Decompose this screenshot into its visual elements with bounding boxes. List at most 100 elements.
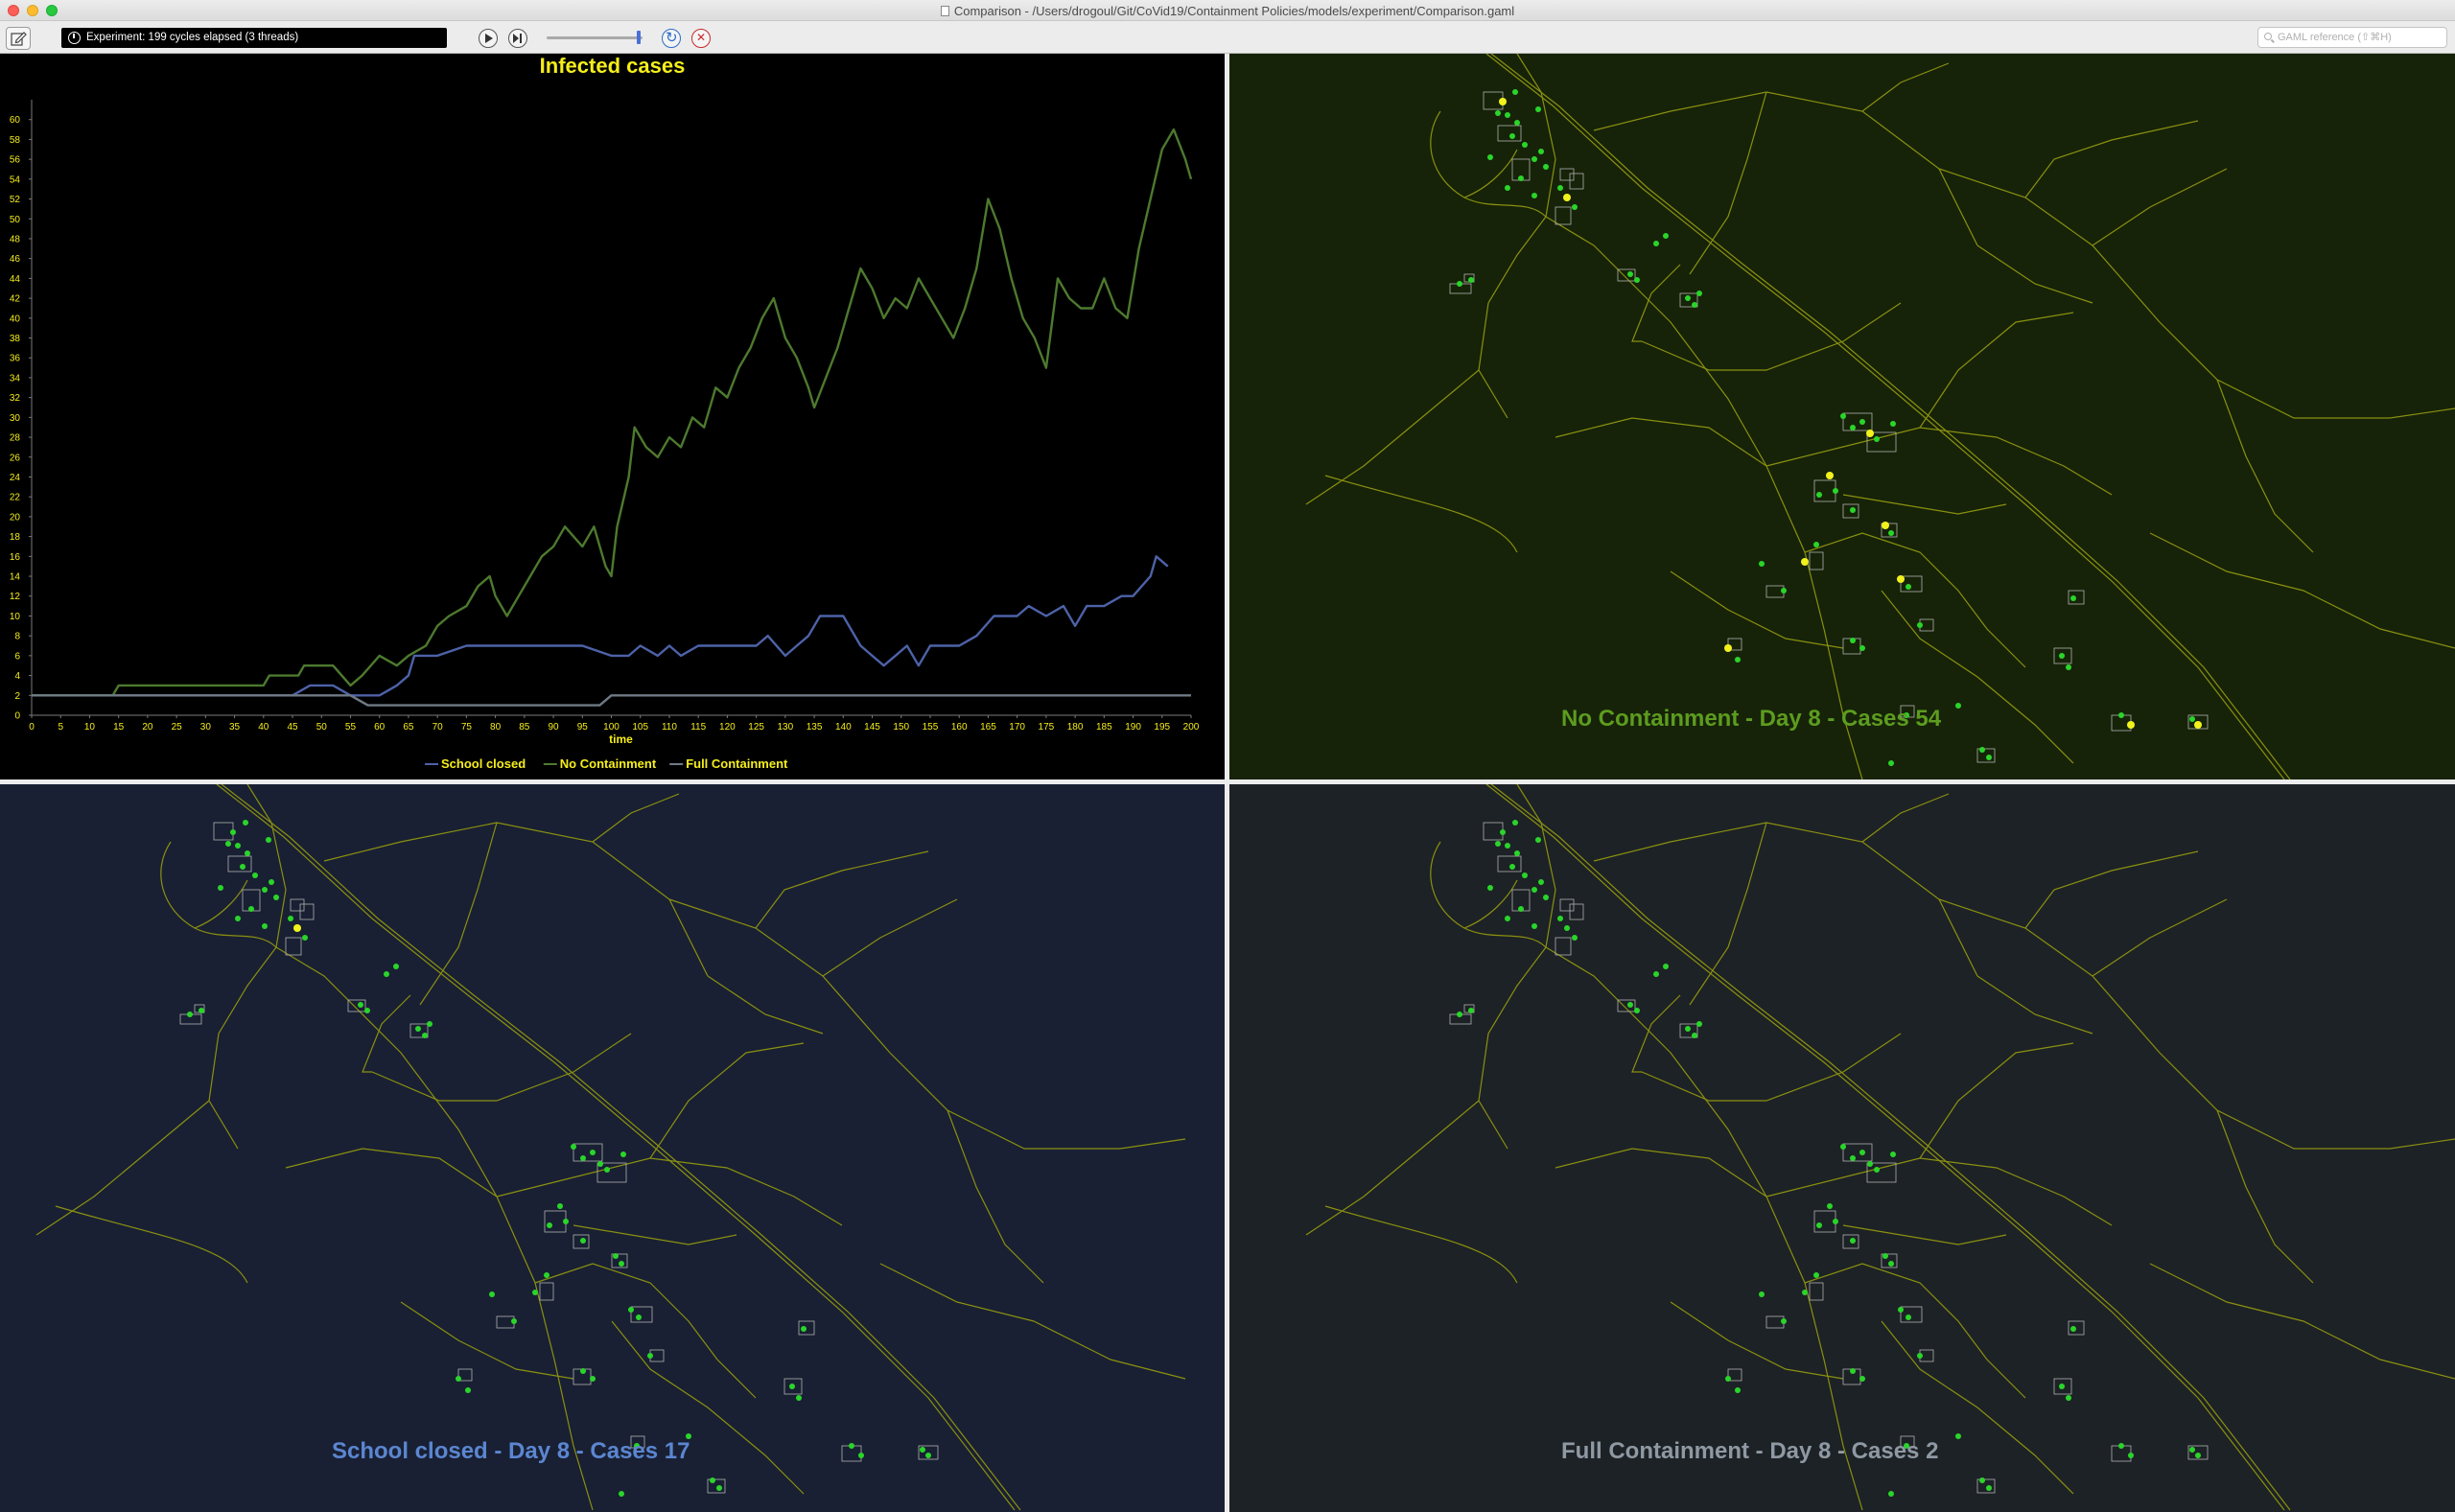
healthy-agent: [604, 1167, 610, 1173]
gaml-reference-search[interactable]: GAML reference (⇧⌘H): [2257, 27, 2447, 48]
y-tick-label: 32: [10, 393, 21, 404]
building: [1842, 1143, 1873, 1162]
infected-agent: [293, 924, 301, 932]
healthy-agent: [364, 1008, 370, 1013]
x-tick-label: 115: [690, 722, 706, 733]
road: [1555, 417, 1767, 467]
road: [1919, 312, 2074, 429]
healthy-agent: [1833, 488, 1838, 494]
healthy-agent: [1955, 703, 1961, 709]
healthy-agent: [1898, 1307, 1904, 1313]
full-containment-display[interactable]: Full Containment - Day 8 - Cases 2: [1229, 784, 2455, 1512]
healthy-agent: [580, 1368, 586, 1374]
healthy-agent: [1986, 755, 1992, 760]
building: [1555, 206, 1572, 225]
healthy-agent: [858, 1453, 864, 1458]
experiment-status-bar[interactable]: Experiment: 199 cycles elapsed (3 thread…: [61, 28, 447, 48]
x-tick-label: 135: [807, 722, 823, 733]
road: [1938, 168, 2455, 419]
x-tick-label: 5: [58, 722, 63, 733]
y-tick-label: 42: [10, 294, 21, 305]
healthy-agent: [1906, 584, 1911, 590]
y-tick-label: 12: [10, 592, 21, 602]
app-window: Comparison - /Users/drogoul/Git/CoVid19/…: [0, 0, 2455, 1512]
road: [879, 1263, 1186, 1380]
healthy-agent: [1495, 110, 1501, 116]
speed-slider-thumb[interactable]: [637, 31, 641, 44]
window-title: Comparison - /Users/drogoul/Git/CoVid19/…: [0, 4, 2455, 18]
building: [1569, 173, 1584, 190]
no-containment-display[interactable]: No Containment - Day 8 - Cases 54: [1229, 54, 2455, 779]
healthy-agent: [1840, 1144, 1846, 1150]
edit-model-button[interactable]: [6, 27, 31, 50]
x-tick-label: 185: [1096, 722, 1112, 733]
y-tick-label: 10: [10, 612, 21, 622]
building: [1569, 903, 1584, 920]
edit-icon: [11, 32, 27, 46]
healthy-agent: [1692, 302, 1697, 308]
road: [1485, 784, 2285, 1511]
building: [1483, 822, 1504, 841]
school-closed-caption: School closed - Day 8 - Cases 17: [332, 1438, 690, 1464]
map-layer: [35, 784, 1186, 1511]
school-closed-display[interactable]: School closed - Day 8 - Cases 17: [0, 784, 1225, 1512]
road: [1545, 946, 1863, 1511]
school-closed-map: [35, 784, 1186, 1511]
road: [1490, 54, 2291, 779]
healthy-agent: [384, 971, 389, 977]
x-tick-label: 90: [548, 722, 559, 733]
healthy-agent: [1735, 657, 1741, 663]
healthy-agent: [1888, 530, 1894, 536]
healthy-agent: [1538, 879, 1544, 885]
x-tick-label: 45: [287, 722, 298, 733]
speed-slider[interactable]: [547, 36, 643, 39]
reload-button[interactable]: [662, 29, 681, 48]
healthy-agent: [801, 1326, 807, 1332]
x-tick-label: 85: [519, 722, 530, 733]
road: [1555, 1148, 1767, 1198]
road: [1631, 264, 1681, 342]
healthy-agent: [1505, 916, 1510, 921]
healthy-agent: [580, 1155, 586, 1161]
building: [630, 1306, 653, 1323]
healthy-agent: [1572, 204, 1578, 210]
healthy-agent: [1850, 638, 1856, 643]
building: [1809, 1282, 1824, 1301]
infected-agent: [1826, 472, 1834, 479]
healthy-agent: [619, 1261, 624, 1267]
road: [2024, 120, 2199, 198]
road: [496, 1157, 843, 1226]
building: [299, 903, 315, 920]
healthy-agent: [1514, 120, 1520, 126]
road: [1765, 427, 2113, 496]
healthy-agent: [465, 1387, 471, 1393]
building: [539, 1282, 554, 1301]
healthy-agent: [1495, 841, 1501, 847]
healthy-agent: [393, 964, 399, 969]
healthy-agent: [1535, 837, 1541, 843]
infected-cases-chart-panel[interactable]: Infected cases 0 2 4 6 8 10 12 14 16 18 20 22 24 26 28…: [0, 54, 1225, 779]
healthy-agent: [1531, 923, 1537, 929]
close-experiment-button[interactable]: [691, 29, 711, 48]
play-button[interactable]: [479, 29, 498, 48]
healthy-agent: [1518, 175, 1524, 181]
healthy-agent: [230, 829, 236, 835]
building: [1555, 937, 1572, 956]
step-button[interactable]: [508, 29, 527, 48]
road: [275, 946, 594, 1511]
healthy-agent: [1487, 885, 1493, 891]
x-tick-label: 80: [490, 722, 502, 733]
healthy-agent: [2070, 1326, 2076, 1332]
healthy-agent: [1692, 1033, 1697, 1038]
legend-label: Full Containment: [686, 756, 788, 771]
y-tick-label: 18: [10, 532, 21, 543]
healthy-agent: [647, 1353, 653, 1359]
search-placeholder: GAML reference (⇧⌘H): [2278, 32, 2392, 43]
road: [755, 850, 929, 929]
road: [649, 1042, 805, 1159]
healthy-agent: [1634, 277, 1640, 283]
healthy-agent: [1827, 1203, 1833, 1209]
road: [1324, 475, 1518, 553]
healthy-agent: [1850, 1238, 1856, 1244]
healthy-agent: [580, 1238, 586, 1244]
